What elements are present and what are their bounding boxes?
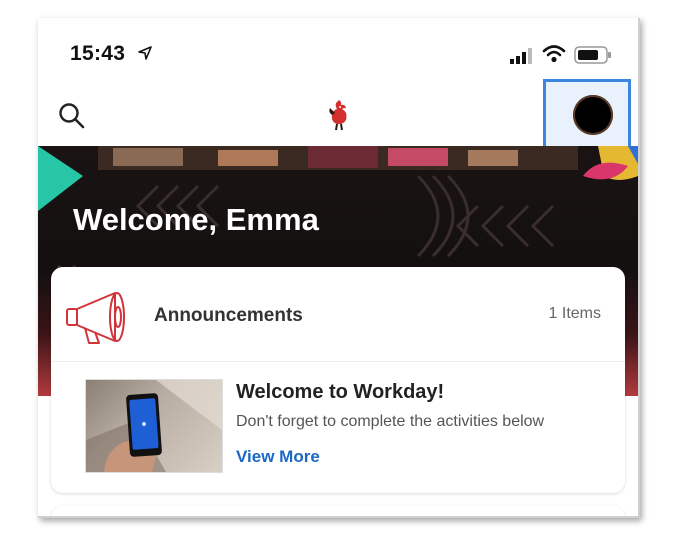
welcome-heading: Welcome, Emma — [73, 202, 319, 237]
divider — [51, 361, 625, 362]
items-count: 1 Items — [548, 305, 601, 322]
view-more-link[interactable]: View More — [236, 447, 320, 467]
announcements-card[interactable]: Announcements 1 Items Welcome to Workday… — [51, 267, 625, 493]
phone-screen: 15:43 Welcome, Emma Announcements 1 Item… — [38, 18, 640, 518]
announcements-title: Announcements — [154, 305, 303, 326]
megaphone-icon — [65, 287, 129, 350]
rooster-logo-icon — [326, 98, 352, 137]
battery-icon — [574, 46, 612, 69]
location-arrow-icon — [138, 46, 152, 65]
status-time: 15:43 — [70, 42, 126, 65]
avatar — [573, 95, 613, 135]
wifi-icon — [542, 44, 566, 69]
search-icon[interactable] — [58, 102, 86, 135]
announcement-item-title[interactable]: Welcome to Workday! — [236, 381, 444, 404]
status-bar: 15:43 — [38, 18, 638, 88]
profile-button[interactable] — [543, 79, 631, 149]
next-card — [51, 506, 625, 516]
announcement-item-description: Don't forget to complete the activities … — [236, 413, 545, 430]
phone-in-hand-image[interactable] — [85, 379, 223, 473]
cellular-signal-icon — [510, 48, 534, 69]
